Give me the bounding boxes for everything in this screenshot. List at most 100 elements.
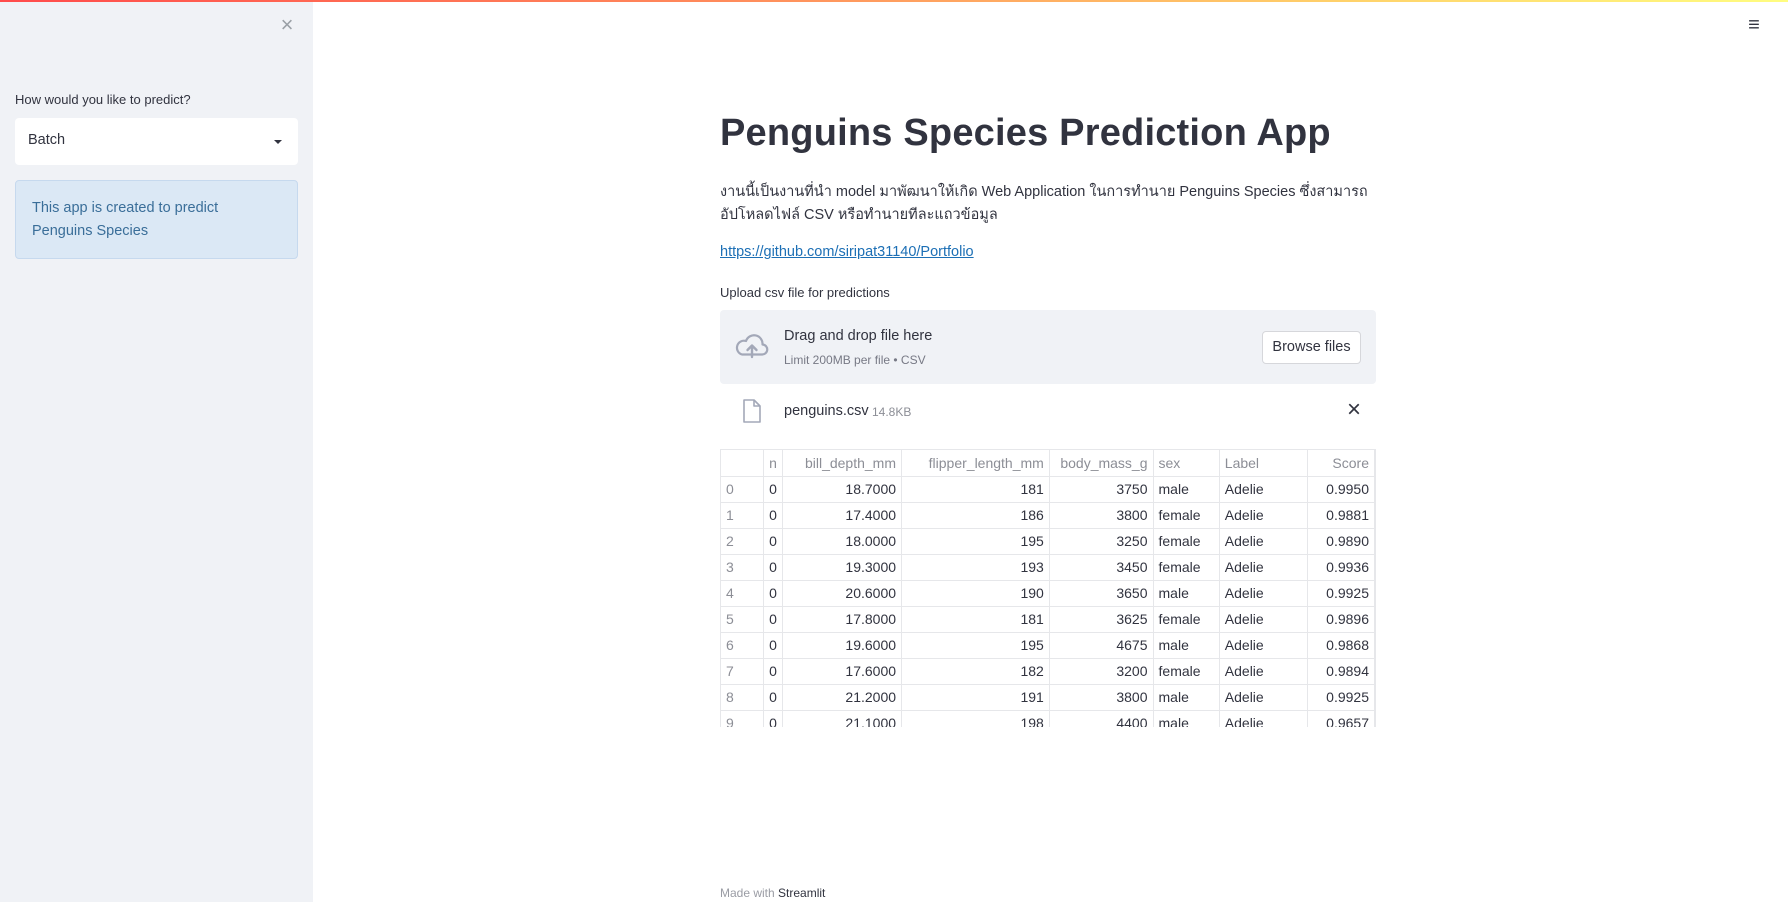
table-cell[interactable]: Adelie bbox=[1219, 476, 1308, 503]
row-index[interactable]: 7 bbox=[721, 658, 765, 685]
table-cell[interactable]: 21.2000 bbox=[782, 684, 903, 711]
column-header[interactable]: bill_depth_mm bbox=[782, 450, 903, 477]
column-header[interactable]: body_mass_g bbox=[1049, 450, 1154, 477]
table-cell[interactable]: 0.9950 bbox=[1307, 476, 1375, 503]
table-cell[interactable]: 4400 bbox=[1049, 710, 1154, 727]
predict-mode-label: How would you like to predict? bbox=[15, 92, 191, 107]
table-cell[interactable]: male bbox=[1153, 632, 1220, 659]
row-index[interactable]: 2 bbox=[721, 528, 765, 555]
table-cell[interactable]: 0 bbox=[763, 632, 783, 659]
table-cell[interactable]: 17.8000 bbox=[782, 606, 903, 633]
table-cell[interactable]: 0 bbox=[763, 658, 783, 685]
table-cell[interactable]: 17.4000 bbox=[782, 502, 903, 529]
column-header[interactable]: n bbox=[763, 450, 783, 477]
table-cell[interactable]: 198 bbox=[901, 710, 1050, 727]
table-cell[interactable]: male bbox=[1153, 580, 1220, 607]
table-cell[interactable]: 186 bbox=[901, 502, 1050, 529]
table-cell[interactable]: male bbox=[1153, 684, 1220, 711]
streamlit-link[interactable]: Streamlit bbox=[778, 886, 825, 900]
table-cell[interactable]: 3450 bbox=[1049, 554, 1154, 581]
table-cell[interactable]: 4675 bbox=[1049, 632, 1154, 659]
table-cell[interactable]: Adelie bbox=[1219, 658, 1308, 685]
column-header[interactable]: Score bbox=[1307, 450, 1375, 477]
browse-files-button[interactable]: Browse files bbox=[1262, 331, 1361, 364]
row-index[interactable]: 9 bbox=[721, 710, 765, 727]
row-index[interactable]: 0 bbox=[721, 476, 765, 503]
table-cell[interactable]: 0.9657 bbox=[1307, 710, 1375, 727]
row-index[interactable]: 4 bbox=[721, 580, 765, 607]
table-cell[interactable]: Adelie bbox=[1219, 632, 1308, 659]
table-cell[interactable]: 182 bbox=[901, 658, 1050, 685]
table-cell[interactable]: Adelie bbox=[1219, 554, 1308, 581]
table-cell[interactable]: 193 bbox=[901, 554, 1050, 581]
table-cell[interactable]: 0.9936 bbox=[1307, 554, 1375, 581]
table-cell[interactable]: 0.9925 bbox=[1307, 684, 1375, 711]
table-cell[interactable]: female bbox=[1153, 658, 1220, 685]
table-cell[interactable]: 195 bbox=[901, 528, 1050, 555]
table-cell[interactable]: 181 bbox=[901, 476, 1050, 503]
table-cell[interactable]: 191 bbox=[901, 684, 1050, 711]
table-cell[interactable]: female bbox=[1153, 606, 1220, 633]
predict-mode-select[interactable]: Batch bbox=[15, 118, 298, 165]
table-cell[interactable]: Adelie bbox=[1219, 580, 1308, 607]
table-cell[interactable]: female bbox=[1153, 528, 1220, 555]
table-cell[interactable]: 0 bbox=[763, 502, 783, 529]
predictions-table[interactable]: n bill_depth_mm flipper_length_mm body_mass… bbox=[720, 449, 1376, 727]
row-index[interactable]: 5 bbox=[721, 606, 765, 633]
table-cell[interactable]: 17.6000 bbox=[782, 658, 903, 685]
table-cell[interactable]: 0.9881 bbox=[1307, 502, 1375, 529]
table-cell[interactable]: Adelie bbox=[1219, 502, 1308, 529]
table-cell[interactable]: 3750 bbox=[1049, 476, 1154, 503]
table-cell[interactable]: 18.7000 bbox=[782, 476, 903, 503]
github-link[interactable]: https://github.com/siripat31140/Portfoli… bbox=[720, 244, 974, 260]
table-cell[interactable]: 19.3000 bbox=[782, 554, 903, 581]
table-cell[interactable]: female bbox=[1153, 554, 1220, 581]
table-cell[interactable]: male bbox=[1153, 476, 1220, 503]
table-cell[interactable]: 21.1000 bbox=[782, 710, 903, 727]
table-cell[interactable]: 3625 bbox=[1049, 606, 1154, 633]
table-cell[interactable]: 0 bbox=[763, 554, 783, 581]
table-cell[interactable]: 190 bbox=[901, 580, 1050, 607]
table-cell[interactable]: 0 bbox=[763, 580, 783, 607]
table-cell[interactable]: 20.6000 bbox=[782, 580, 903, 607]
table-cell[interactable]: 181 bbox=[901, 606, 1050, 633]
table-cell[interactable]: 195 bbox=[901, 632, 1050, 659]
table-cell[interactable]: 0.9890 bbox=[1307, 528, 1375, 555]
table-cell[interactable]: 19.6000 bbox=[782, 632, 903, 659]
row-index[interactable]: 1 bbox=[721, 502, 765, 529]
table-cell[interactable]: male bbox=[1153, 710, 1220, 727]
row-index[interactable]: 3 bbox=[721, 554, 765, 581]
table-cell[interactable]: 0.9868 bbox=[1307, 632, 1375, 659]
table-cell[interactable]: 0 bbox=[763, 606, 783, 633]
table-cell[interactable]: 0 bbox=[763, 684, 783, 711]
hamburger-menu-icon[interactable]: ≡ bbox=[1745, 15, 1763, 35]
table-cell[interactable]: 3650 bbox=[1049, 580, 1154, 607]
table-cell[interactable]: 3200 bbox=[1049, 658, 1154, 685]
table-cell[interactable]: Adelie bbox=[1219, 606, 1308, 633]
table-cell[interactable]: 0.9925 bbox=[1307, 580, 1375, 607]
table-cell[interactable]: 3800 bbox=[1049, 684, 1154, 711]
table-cell[interactable]: 18.0000 bbox=[782, 528, 903, 555]
table-cell[interactable]: Adelie bbox=[1219, 528, 1308, 555]
dropzone-title: Drag and drop file here bbox=[784, 328, 933, 344]
remove-file-icon[interactable]: × bbox=[1342, 398, 1366, 422]
table-cell[interactable]: 0 bbox=[763, 528, 783, 555]
table-cell[interactable]: Adelie bbox=[1219, 710, 1308, 727]
page-title: Penguins Species Prediction App bbox=[720, 112, 1331, 154]
column-header[interactable]: flipper_length_mm bbox=[901, 450, 1050, 477]
table-cell[interactable]: 0 bbox=[763, 710, 783, 727]
close-icon[interactable]: × bbox=[276, 14, 298, 36]
row-index[interactable]: 8 bbox=[721, 684, 765, 711]
table-cell[interactable]: Adelie bbox=[1219, 684, 1308, 711]
table-cell[interactable]: 0.9896 bbox=[1307, 606, 1375, 633]
table-cell[interactable]: 0 bbox=[763, 476, 783, 503]
table-cell[interactable]: female bbox=[1153, 502, 1220, 529]
column-header[interactable]: Label bbox=[1219, 450, 1308, 477]
row-index[interactable]: 6 bbox=[721, 632, 765, 659]
column-header[interactable]: sex bbox=[1153, 450, 1220, 477]
column-header[interactable] bbox=[721, 450, 765, 477]
table-cell[interactable]: 3250 bbox=[1049, 528, 1154, 555]
file-dropzone[interactable]: Drag and drop file here Limit 200MB per … bbox=[720, 310, 1376, 384]
table-cell[interactable]: 0.9894 bbox=[1307, 658, 1375, 685]
table-cell[interactable]: 3800 bbox=[1049, 502, 1154, 529]
